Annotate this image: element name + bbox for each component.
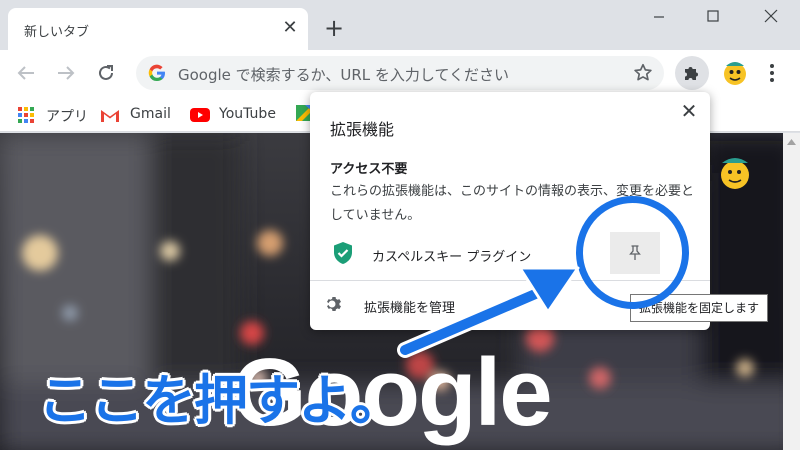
doodle-mascot-icon (721, 158, 749, 189)
back-icon[interactable] (14, 61, 38, 85)
youtube-icon (190, 108, 210, 122)
shield-check-icon (334, 242, 352, 264)
gear-icon (327, 297, 341, 311)
window-close-icon[interactable] (756, 6, 786, 26)
tab-new-tab[interactable]: 新しいタブ ✕ (8, 8, 308, 50)
bookmark-label: Gmail (130, 106, 171, 122)
tab-strip: 新しいタブ ✕ + (0, 0, 800, 50)
bookmark-gmail[interactable]: Gmail (100, 105, 174, 125)
forward-icon[interactable] (54, 61, 78, 85)
new-tab-button[interactable]: + (322, 16, 346, 40)
popup-title: 拡張機能 (330, 120, 395, 139)
bookmark-label: YouTube (219, 106, 276, 122)
reload-icon[interactable] (94, 61, 118, 85)
tab-close-icon[interactable]: ✕ (280, 18, 300, 38)
bookmark-apps[interactable]: アプリ (18, 105, 88, 125)
extension-name: カスペルスキー プラグイン (372, 250, 532, 265)
manage-extensions-label: 拡張機能を管理 (364, 301, 456, 316)
puzzle-icon (685, 67, 698, 80)
bookmark-star-icon[interactable] (632, 62, 654, 84)
annotation-caption: ここを押すよ。 (38, 369, 404, 432)
highlight-circle (576, 196, 689, 309)
bookmark-youtube[interactable]: YouTube (190, 105, 280, 125)
bookmark-label: アプリ (46, 109, 88, 125)
profile-avatar-icon[interactable] (720, 58, 750, 88)
popup-close-icon[interactable]: ✕ (678, 100, 700, 122)
omnibox[interactable]: Google で検索するか、URL を入力してください (136, 56, 664, 90)
omnibox-placeholder: Google で検索するか、URL を入力してください (178, 66, 509, 84)
gmail-icon (101, 110, 119, 122)
google-g-icon (148, 64, 165, 82)
extensions-button[interactable] (675, 56, 709, 90)
maximize-icon[interactable] (698, 6, 728, 26)
page-scrollbar[interactable] (783, 133, 800, 450)
menu-kebab-icon[interactable] (764, 62, 780, 84)
section-title: アクセス不要 (330, 162, 408, 177)
tab-title: 新しいタブ (24, 25, 90, 40)
scroll-up-arrow-icon[interactable] (787, 139, 796, 145)
minimize-icon[interactable] (644, 6, 674, 26)
apps-grid-icon (18, 107, 34, 123)
